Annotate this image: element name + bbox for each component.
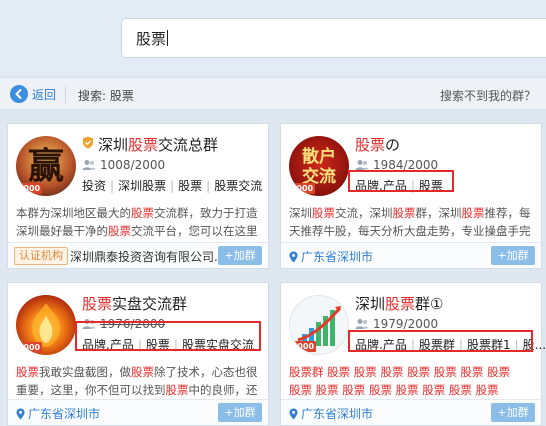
verified-badge-icon [82,135,94,153]
svg-text:散户: 散户 [302,146,336,167]
location-pin-icon [289,251,298,262]
capacity-badge: 2000 [16,183,42,194]
group-title[interactable]: 深圳股票群① [355,293,443,314]
location-pin-icon [289,408,298,419]
group-tags: 投资 | 深圳股票 | 股票 | 股票交流 [82,179,263,193]
group-description: 股票我敢实盘截图，做股票除了技术，心态也很重要，这里，你不但可以找到股票中的良师… [16,365,258,397]
keyword-line: 股票群 股票 股票 股票 股票 股票 股票 股票 [289,365,511,379]
search-input-text: 股票 [136,30,169,48]
capacity-badge: 2000 [290,341,316,352]
tags-highlight-box [348,170,454,192]
location-text: 广东省深圳市 [28,407,101,421]
back-button[interactable]: 返回 [10,85,56,103]
group-card[interactable]: 赢 2000 深圳股票交流总群 1008/2000 投资 | 深圳股票 | 股票 | 股票交… [7,123,269,269]
title-keyword: 股票 [82,295,113,313]
group-avatar[interactable]: 2000 [289,295,349,355]
group-description: 本群为深圳地区最大的股票交流群，致力于打造深圳最好最干净的股票交流平台，您可以在… [16,206,258,238]
group-title[interactable]: 深圳股票交流总群 [82,134,218,155]
join-group-button[interactable]: +加群 [491,246,535,265]
members-icon [82,160,96,170]
tag[interactable]: 投资 [82,179,106,193]
join-group-button[interactable]: +加群 [218,246,262,265]
group-location[interactable]: 广东省深圳市 [16,405,100,422]
keyword-line: 股票 股票 股票 股票 股票 股票 股票 股票 [289,383,499,397]
tags-highlight-box [348,330,533,352]
card-footer: 广东省深圳市 +加群 [281,242,541,268]
group-avatar[interactable]: 散户 交流 2000 [289,136,349,196]
location-text: 广东省深圳市 [301,250,374,264]
nav-divider [65,86,66,103]
tags-highlight-box [75,321,261,351]
join-group-button[interactable]: +加群 [218,403,262,422]
card-footer: 广东省深圳市 +加群 [281,399,541,425]
company-name[interactable]: 深圳鼎泰投资咨询有限公司... [70,248,225,265]
group-card[interactable]: 散户 交流 2000 股票の 1984/2000 品牌.产品 | 股票 深圳股票交流… [280,123,542,269]
search-summary: 搜索: 股票 [78,89,134,103]
title-text: 深圳 [98,136,129,154]
group-avatar[interactable]: 2000 [16,295,76,355]
group-description: 股票群 股票 股票 股票 股票 股票 股票 股票 股票 股票 股票 股票 股票 … [289,363,537,399]
tag[interactable]: 股票 [178,179,202,193]
svg-text:赢: 赢 [28,145,64,187]
title-text: 交流总群 [158,136,219,154]
group-avatar[interactable]: 赢 2000 [16,136,76,196]
text-caret [167,30,169,46]
search-input[interactable]: 股票 [121,18,546,58]
member-count-text: 1979/2000 [373,317,439,331]
back-label: 返回 [32,87,57,102]
group-card[interactable]: 2000 股票实盘交流群 1976/2000 品牌.产品 | 股票 | 股票实盘交流 股… [7,282,269,426]
title-text: 实盘交流群 [112,295,188,313]
title-text: 深圳 [355,295,386,313]
card-footer: 广东省深圳市 +加群 [8,399,268,425]
group-location[interactable]: 广东省深圳市 [289,248,373,265]
group-location[interactable]: 广东省深圳市 [289,405,373,422]
location-text: 广东省深圳市 [301,407,374,421]
group-title[interactable]: 股票の [355,134,400,155]
title-keyword: 股票 [385,295,416,313]
group-title[interactable]: 股票实盘交流群 [82,293,187,314]
capacity-badge: 2000 [16,342,42,353]
title-keyword: 股票 [128,136,159,154]
join-group-button[interactable]: +加群 [491,403,535,422]
card-footer: 认证机构 深圳鼎泰投资咨询有限公司... +加群 [8,242,268,268]
group-card[interactable]: 2000 深圳股票群① 1979/2000 品牌.产品 | 股票群 | 股票群1 | 股..… [280,282,546,426]
title-text: の [385,136,401,154]
results-nav-bar: 返回 搜索: 股票 搜索不到我的群？ [0,77,546,110]
capacity-badge: 2000 [289,183,315,194]
back-arrow-icon [10,85,28,103]
location-pin-icon [16,408,25,419]
tag[interactable]: 深圳股票 [118,179,166,193]
group-description: 深圳股票交流，深圳股票群，深圳股票推荐，每天推荐牛股，每天分析大盘走势，专业操盘… [289,206,531,238]
title-keyword: 股票 [355,136,386,154]
members-icon [355,319,369,329]
cannot-find-group-link[interactable]: 搜索不到我的群？ [440,87,536,104]
member-count-text: 1008/2000 [100,158,166,172]
search-area: 股票 [0,0,546,76]
member-count: 1008/2000 [82,158,165,172]
tag[interactable]: 股票交流 [214,179,262,193]
title-text: 群① [415,295,444,313]
certified-org-badge: 认证机构 [14,247,68,265]
member-count: 1979/2000 [355,317,438,331]
